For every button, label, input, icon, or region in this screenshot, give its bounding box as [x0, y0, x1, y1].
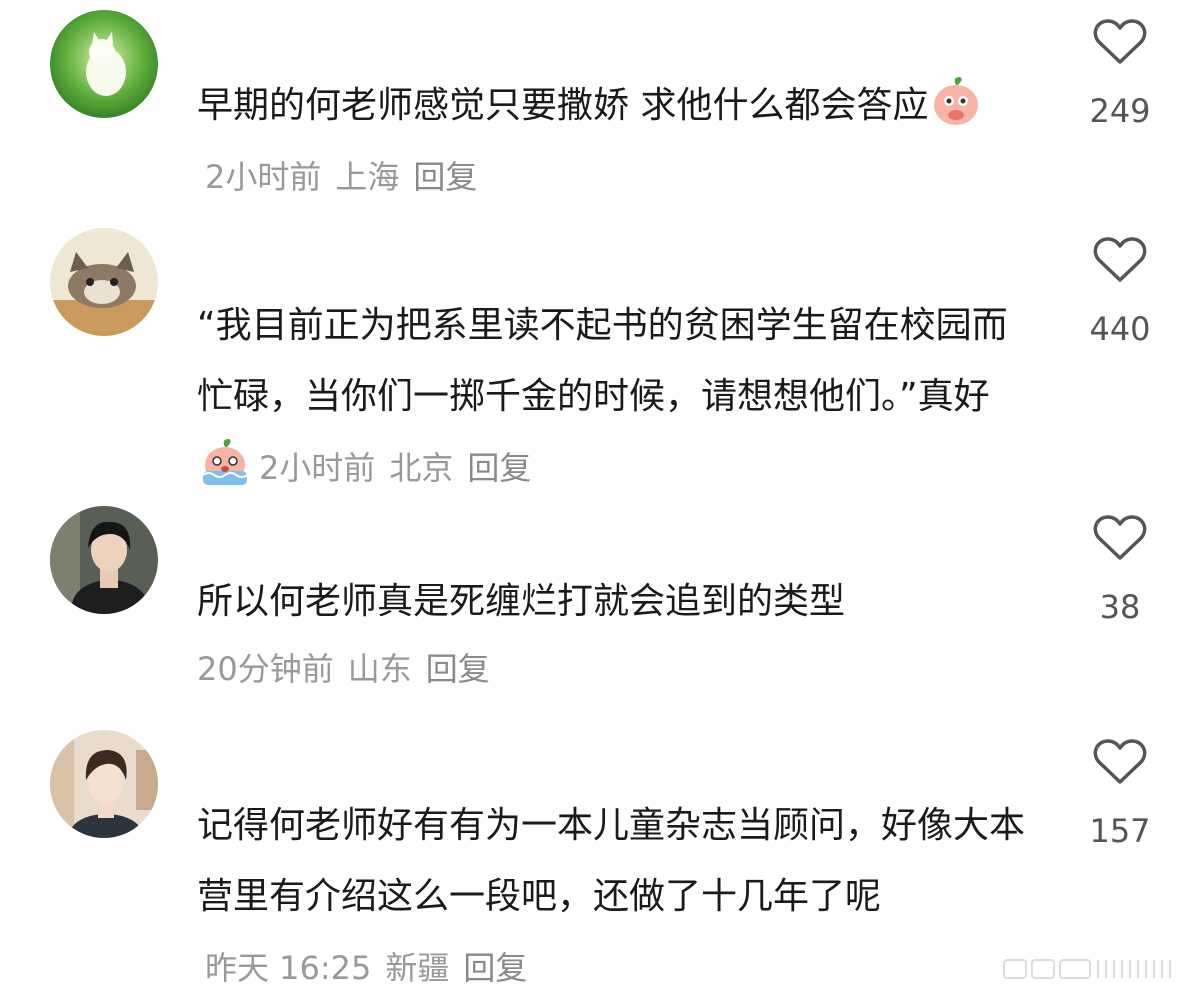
comment-time: 20分钟前 — [197, 650, 334, 688]
watermark-image — [1003, 959, 1171, 979]
portrait-avatar-image — [50, 506, 158, 614]
avatar[interactable] — [50, 506, 158, 614]
comment-meta: 2小时前 上海 回复 — [205, 158, 491, 196]
cat-avatar-image — [50, 228, 158, 336]
comment-meta: 2小时前 北京 回复 — [259, 449, 545, 487]
comment-text: 早期的何老师感觉只要撒娇 求他什么都会答应 2小时前 上海 回复 — [197, 70, 1027, 213]
comment-body: 所以何老师真是死缠烂打就会追到的类型 — [197, 581, 846, 622]
like-button[interactable]: 38 — [1080, 514, 1160, 626]
reply-button[interactable]: 回复 — [426, 650, 490, 688]
like-count: 249 — [1089, 92, 1151, 130]
comment-text: 记得何老师好有有为一本儿童杂志当顾问，好像大本营里有介绍这么一段吧，还做了十几年… — [197, 790, 1027, 1004]
comment-meta: 昨天 16:25 新疆 回复 — [205, 949, 541, 987]
comment-time: 2小时前 — [205, 158, 322, 196]
comment-location: 山东 — [347, 650, 412, 688]
like-count: 440 — [1089, 310, 1151, 348]
comment-time: 昨天 16:25 — [205, 949, 372, 987]
like-button[interactable]: 157 — [1080, 738, 1160, 850]
like-button[interactable]: 440 — [1080, 236, 1160, 348]
comment-time: 2小时前 — [259, 449, 376, 487]
heart-icon — [1093, 19, 1147, 64]
reply-button[interactable]: 回复 — [467, 449, 531, 487]
crying-emoji-icon — [202, 439, 248, 485]
comment-body: 记得何老师好有有为一本儿童杂志当顾问，好像大本营里有介绍这么一段吧，还做了十几年… — [197, 805, 1026, 917]
like-count: 38 — [1099, 588, 1141, 626]
avatar[interactable] — [50, 228, 158, 336]
like-button[interactable]: 249 — [1080, 18, 1160, 130]
comment-body: “我目前正为把系里读不起书的贫困学生留在校园而忙碌，当你们一掷千金的时候，请想想… — [197, 305, 1008, 417]
comment-location: 上海 — [335, 158, 400, 196]
reply-button[interactable]: 回复 — [463, 949, 527, 987]
comment-body: 早期的何老师感觉只要撒娇 求他什么都会答应 — [197, 85, 929, 126]
heart-icon — [1093, 237, 1147, 282]
heart-icon — [1093, 739, 1147, 784]
like-count: 157 — [1089, 812, 1151, 850]
cat-avatar-image — [50, 10, 158, 118]
comment-text: 所以何老师真是死缠烂打就会追到的类型 — [197, 566, 1027, 637]
avatar[interactable] — [50, 730, 158, 838]
avatar[interactable] — [50, 10, 158, 118]
comment-meta: 20分钟前 山东 回复 — [197, 634, 504, 705]
comment-location: 新疆 — [385, 949, 450, 987]
portrait-avatar-image — [50, 730, 158, 838]
reply-button[interactable]: 回复 — [413, 158, 477, 196]
comment-location: 北京 — [389, 449, 454, 487]
shy-blush-emoji-icon — [934, 77, 979, 125]
heart-icon — [1093, 515, 1147, 560]
comment-text: “我目前正为把系里读不起书的贫困学生留在校园而忙碌，当你们一掷千金的时候，请想想… — [197, 290, 1027, 504]
